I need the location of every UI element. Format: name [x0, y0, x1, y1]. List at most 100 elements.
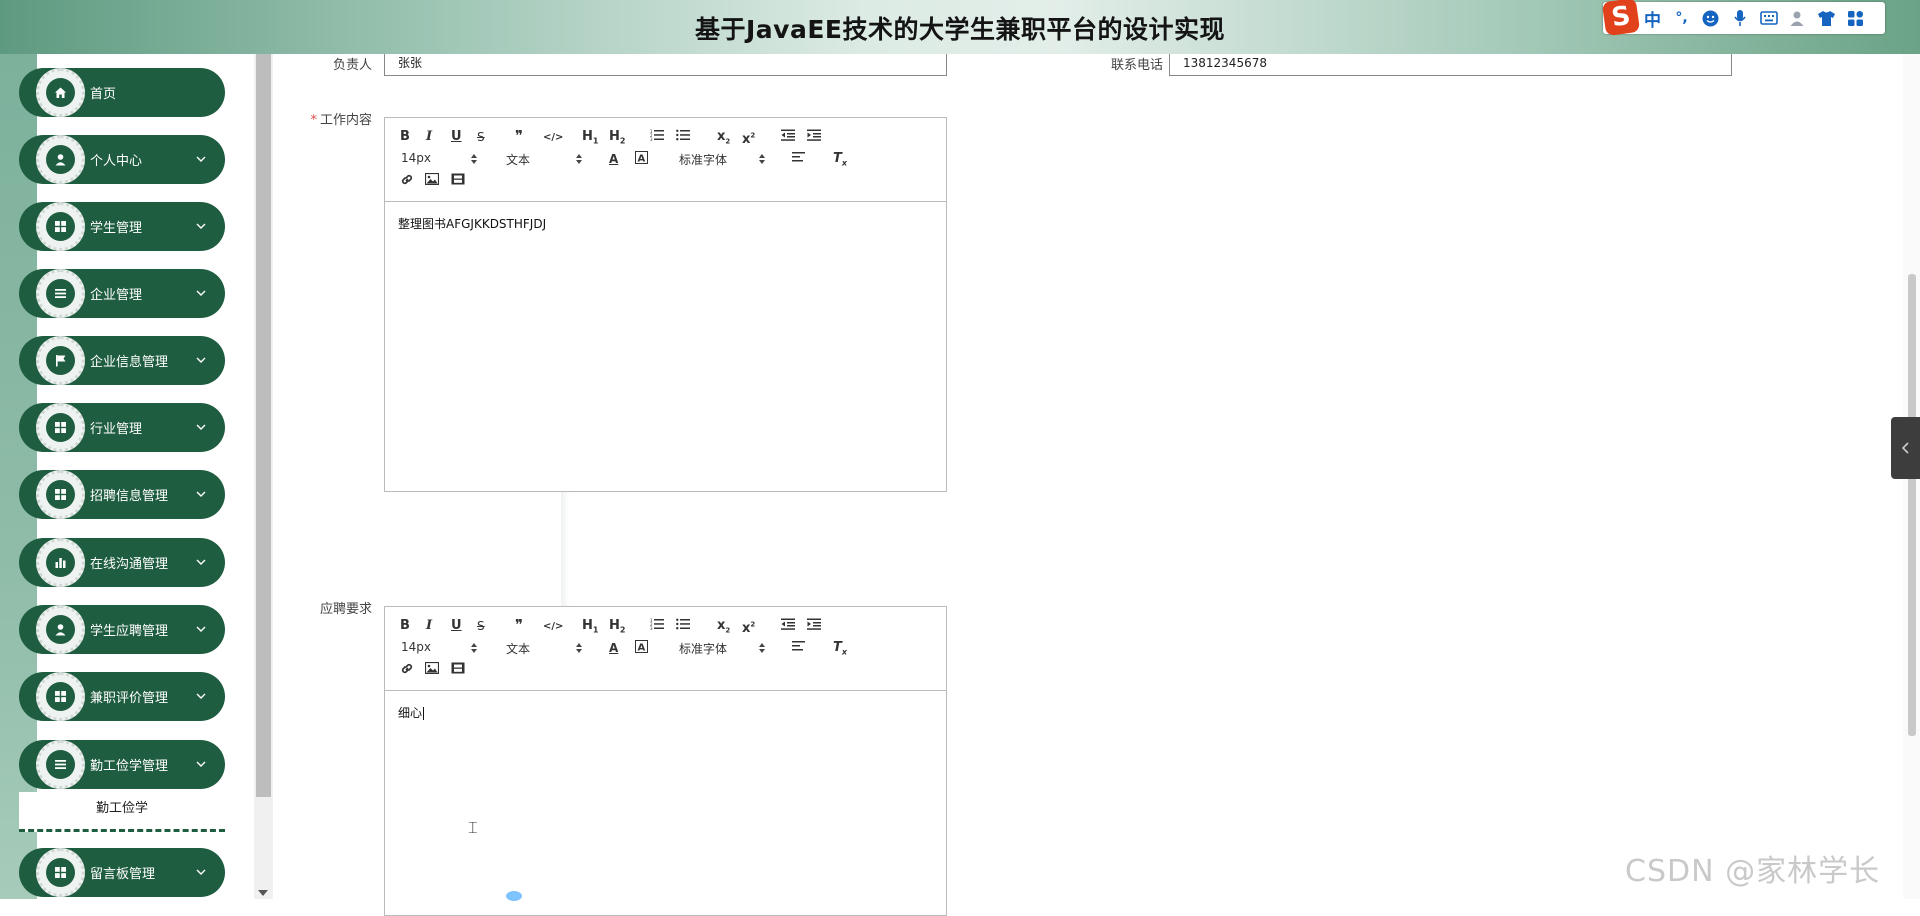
sidebar-item-留言板管理[interactable]: 留言板管理	[19, 848, 225, 897]
sidebar-item-个人中心[interactable]: 个人中心	[19, 135, 225, 184]
grid-icon	[46, 682, 75, 711]
sidebar-scrollbar[interactable]	[254, 54, 273, 899]
menu-icon-frame	[36, 202, 85, 251]
sogou-logo-icon[interactable]: S	[1601, 0, 1641, 37]
background-color-button[interactable]: A	[635, 640, 648, 653]
indent-button[interactable]	[807, 618, 821, 630]
work-content-label: * 工作内容	[308, 109, 372, 128]
required-asterisk: *	[310, 113, 317, 128]
grid-icon[interactable]	[1841, 4, 1870, 32]
sidebar-item-企业信息管理[interactable]: 企业信息管理	[19, 336, 225, 385]
requirements-editor[interactable]: B I U S ❞ </> H1 H2 1 2 3 x2 x2 A A Tx 14px 文本 标准字体 细心	[384, 606, 947, 916]
scroll-down-arrow-icon[interactable]	[258, 890, 268, 896]
sidebar-item-首页[interactable]: 首页	[19, 68, 225, 117]
sidebar-item-行业管理[interactable]: 行业管理	[19, 403, 225, 452]
font-color-button[interactable]: A	[609, 640, 618, 657]
ordered-list-button[interactable]: 123	[650, 618, 664, 630]
user-icon[interactable]	[1783, 4, 1812, 32]
strike-button[interactable]: S	[477, 618, 485, 635]
bullet-list-button[interactable]	[676, 618, 690, 630]
chevron-down-icon	[194, 487, 208, 501]
sidebar-item-在线沟通管理[interactable]: 在线沟通管理	[19, 538, 225, 587]
superscript-button[interactable]: x2	[742, 128, 755, 148]
link-button[interactable]	[400, 173, 414, 186]
menu-icon-frame	[36, 605, 85, 654]
header-format-select[interactable]: 文本	[506, 151, 586, 168]
indent-button[interactable]	[807, 129, 821, 141]
code-button[interactable]: </>	[543, 618, 563, 635]
underline-button[interactable]: U	[451, 129, 462, 145]
image-button[interactable]	[425, 662, 439, 674]
main-content: 负责人 张张 联系电话 13812345678 * 工作内容 B I U S ❞ </> H1…	[273, 50, 1920, 916]
video-button[interactable]	[451, 173, 465, 185]
font-size-select[interactable]: 14px	[401, 151, 479, 165]
bullet-list-button[interactable]	[676, 129, 690, 141]
superscript-button[interactable]: x2	[742, 617, 755, 637]
subscript-button[interactable]: x2	[717, 618, 730, 639]
chevron-down-icon	[194, 420, 208, 434]
italic-button[interactable]: I	[426, 129, 432, 145]
clear-format-button[interactable]: Tx	[833, 151, 847, 172]
editor-body[interactable]: 细心	[385, 691, 946, 734]
submenu-item-勤工俭学[interactable]: 勤工俭学	[19, 792, 225, 832]
sidebar-item-招聘信息管理[interactable]: 招聘信息管理	[19, 470, 225, 519]
link-button[interactable]	[400, 662, 414, 675]
h2-button[interactable]: H2	[609, 618, 625, 639]
editor-body[interactable]: 整理图书AFGJKKDSTHFJDJ	[385, 202, 946, 245]
collapse-panel-tab[interactable]	[1891, 417, 1920, 479]
bar-chart-icon	[46, 548, 75, 577]
sidebar-item-兼职评价管理[interactable]: 兼职评价管理	[19, 672, 225, 721]
microphone-icon[interactable]	[1725, 4, 1754, 32]
outdent-button[interactable]	[781, 618, 795, 630]
ordered-list-button[interactable]: 123	[650, 129, 664, 141]
subscript-button[interactable]: x2	[717, 129, 730, 150]
italic-button[interactable]: I	[426, 618, 432, 634]
bold-button[interactable]: B	[400, 618, 410, 634]
sidebar-item-label: 学生应聘管理	[90, 624, 169, 639]
blockquote-button[interactable]: ❞	[515, 128, 523, 146]
menu-icon-frame	[36, 538, 85, 587]
ime-punctuation-toggle[interactable]: °,	[1667, 4, 1696, 32]
align-button[interactable]	[792, 640, 805, 652]
ime-toolbar[interactable]: S 中 °,	[1601, 0, 1885, 37]
header-format-select[interactable]: 文本	[506, 640, 586, 657]
grid-icon	[46, 480, 75, 509]
grid-icon	[46, 858, 75, 887]
sidebar-item-学生管理[interactable]: 学生管理	[19, 202, 225, 251]
font-color-button[interactable]: A	[609, 151, 618, 168]
bold-button[interactable]: B	[400, 129, 410, 145]
svg-text:3: 3	[650, 137, 653, 141]
video-button[interactable]	[451, 662, 465, 674]
top-header: 基于JavaEE技术的大学生兼职平台的设计实现 S 中 °,	[0, 0, 1920, 54]
h1-button[interactable]: H1	[582, 129, 598, 150]
underline-button[interactable]: U	[451, 618, 462, 634]
work-content-editor[interactable]: B I U S ❞ </> H1 H2 1 2 3 x2 x2 A A Tx 14px 文本 标准字体 整理图书AF…	[384, 117, 947, 492]
align-button[interactable]	[792, 151, 805, 163]
blockquote-button[interactable]: ❞	[515, 617, 523, 635]
manager-label: 负责人	[332, 58, 372, 73]
sidebar-scroll-thumb[interactable]	[256, 54, 271, 797]
phone-label: 联系电话	[1110, 58, 1163, 73]
tshirt-icon[interactable]	[1812, 4, 1841, 32]
image-button[interactable]	[425, 173, 439, 185]
font-family-select[interactable]: 标准字体	[679, 640, 769, 657]
h2-button[interactable]: H2	[609, 129, 625, 150]
clear-format-button[interactable]: Tx	[833, 640, 847, 661]
smiley-icon[interactable]	[1696, 4, 1725, 32]
main-scroll-thumb[interactable]	[1908, 274, 1916, 736]
sidebar-item-学生应聘管理[interactable]: 学生应聘管理	[19, 605, 225, 654]
sidebar-item-企业管理[interactable]: 企业管理	[19, 269, 225, 318]
outdent-button[interactable]	[781, 129, 795, 141]
background-color-button[interactable]: A	[635, 151, 648, 164]
list-icon	[46, 279, 75, 308]
font-family-select[interactable]: 标准字体	[679, 151, 769, 168]
font-size-select[interactable]: 14px	[401, 640, 479, 654]
sidebar-item-勤工俭学管理[interactable]: 勤工俭学管理	[19, 740, 225, 789]
h1-button[interactable]: H1	[582, 618, 598, 639]
sidebar-item-label: 个人中心	[90, 154, 143, 169]
code-button[interactable]: </>	[543, 129, 563, 146]
keyboard-icon[interactable]	[1754, 4, 1783, 32]
menu-icon-frame	[36, 269, 85, 318]
strike-button[interactable]: S	[477, 129, 485, 146]
ime-mode-toggle[interactable]: 中	[1638, 4, 1667, 32]
